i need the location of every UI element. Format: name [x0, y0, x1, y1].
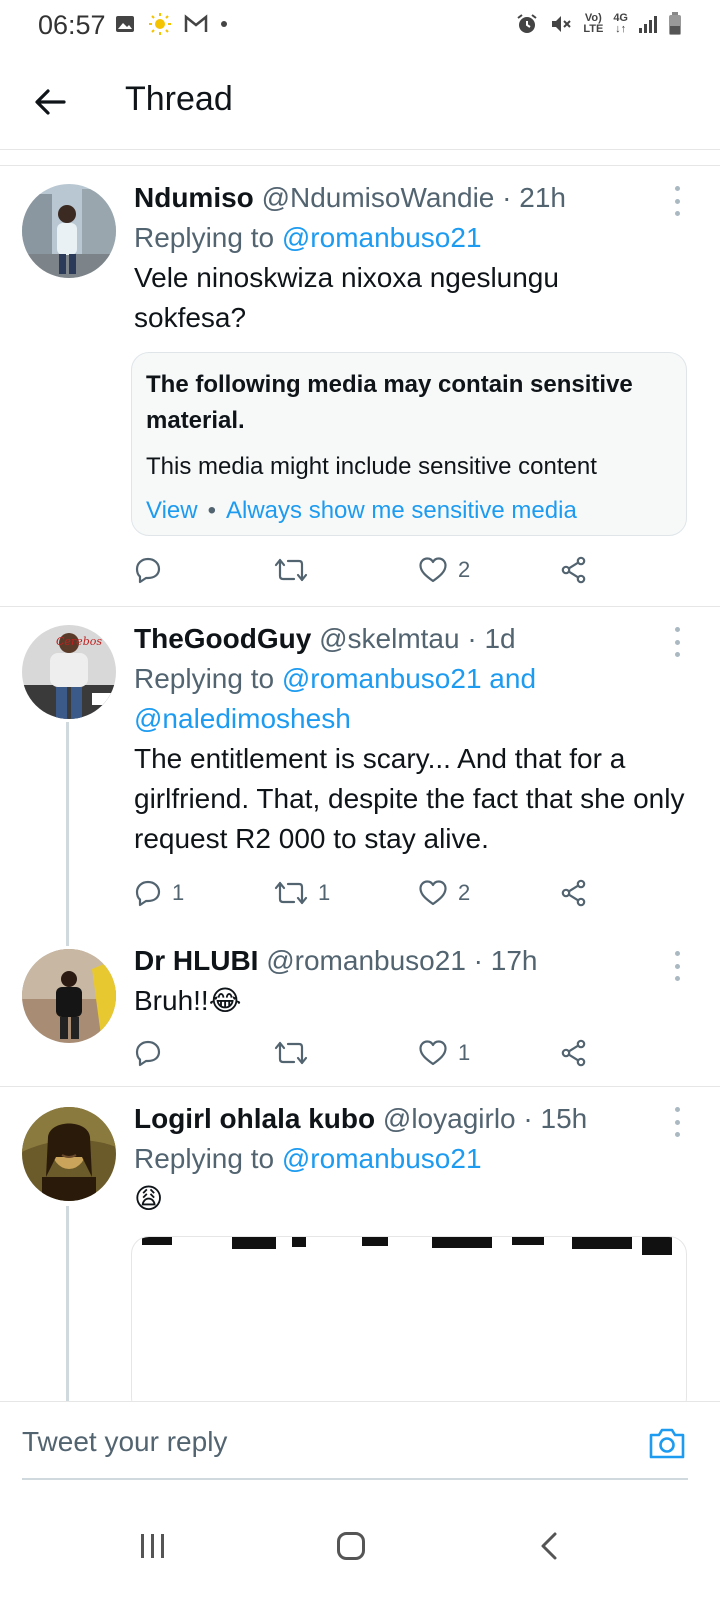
battery-icon [669, 12, 681, 35]
tweet-actions: 1 1 2 [134, 873, 604, 913]
tweet-text: 😩 [134, 1183, 164, 1214]
retweet-button[interactable] [274, 550, 318, 590]
replying-to: Replying to @romanbuso21 and @naledimosh… [134, 663, 537, 734]
tweet-time: · 1d [467, 623, 516, 654]
share-icon [561, 1039, 586, 1067]
sensitive-description: This media might include sensitive conte… [146, 453, 597, 480]
reply-button[interactable] [134, 1033, 172, 1073]
view-media-link[interactable]: View [146, 497, 198, 524]
avatar[interactable]: Cerebos [22, 625, 116, 719]
back-button[interactable] [30, 82, 70, 122]
tweet-media[interactable] [131, 1236, 687, 1416]
display-name[interactable]: Dr HLUBI [134, 945, 258, 976]
user-handle[interactable]: @skelmtau [319, 623, 459, 654]
network-indicator: 4G ↓↑ [613, 12, 628, 35]
display-name[interactable]: TheGoodGuy [134, 623, 311, 654]
reply-underline [22, 1478, 688, 1480]
tweet-actions: 1 [134, 1033, 604, 1073]
retweet-icon [274, 1041, 308, 1065]
like-icon [419, 557, 447, 583]
tweet-thegoodguy[interactable]: Cerebos TheGoodGuy @skelmtau · 1d Replyi… [0, 607, 720, 932]
always-show-sensitive-link[interactable]: Always show me sensitive media [226, 497, 577, 524]
share-button[interactable] [560, 1033, 588, 1073]
reply-icon [135, 880, 161, 907]
tweet-time: · 15h [523, 1103, 588, 1134]
share-icon [561, 556, 586, 584]
recent-apps-button[interactable] [138, 1528, 168, 1564]
tweet-text: Bruh!!😂 [134, 985, 242, 1016]
signal-icon [639, 16, 657, 33]
volte-indicator: Vo) LTE [583, 12, 604, 35]
user-handle[interactable]: @loyagirlo [383, 1103, 516, 1134]
alarm-icon [517, 14, 537, 33]
share-button[interactable] [560, 550, 588, 590]
avatar[interactable] [22, 949, 116, 1043]
tweet-ndumiso[interactable]: Ndumiso @NdumisoWandie · 21h Replying to… [0, 166, 720, 606]
reply-button[interactable] [134, 550, 172, 590]
display-name[interactable]: Ndumiso [134, 182, 254, 213]
like-button[interactable]: 2 [418, 550, 470, 590]
header-divider [0, 150, 720, 166]
tweet-time: · 17h [473, 945, 538, 976]
retweet-icon [274, 881, 308, 905]
sensitive-title: The following media may contain sensitiv… [146, 371, 633, 434]
replying-to: Replying to @romanbuso21 [134, 222, 482, 253]
recent-apps-icon [141, 1534, 164, 1558]
back-arrow-icon [35, 89, 66, 115]
tweet-text: Vele ninoskwiza nixoxa ngeslungu sokfesa… [134, 262, 559, 333]
app-header: Thread [0, 52, 720, 150]
replying-to: Replying to @romanbuso21 [134, 1143, 482, 1174]
mention-link[interactable]: @romanbuso21 [282, 1143, 482, 1174]
status-time: 06:57 [38, 10, 106, 40]
status-bar: 06:57 Vo) LTE 4G ↓↑ [0, 0, 720, 52]
like-icon [419, 1040, 447, 1066]
camera-button[interactable] [648, 1426, 686, 1460]
home-icon [337, 1532, 365, 1560]
share-icon [561, 879, 586, 907]
gallery-icon [116, 16, 134, 32]
back-nav-button[interactable] [536, 1528, 562, 1564]
tweet-dr-hlubi[interactable]: Dr HLUBI @romanbuso21 · 17h Bruh!!😂 1 [0, 937, 720, 1087]
reply-composer: Tweet your reply [0, 1401, 720, 1491]
display-name[interactable]: Logirl ohlala kubo [134, 1103, 375, 1134]
back-nav-icon [541, 1532, 557, 1560]
tweet-text: The entitlement is scary... And that for… [134, 743, 685, 854]
reply-button[interactable]: 1 [134, 873, 184, 913]
sensitive-media-warning: The following media may contain sensitiv… [131, 352, 687, 536]
retweet-icon [274, 558, 308, 582]
reply-icon [135, 1040, 161, 1067]
system-nav-bar [0, 1492, 720, 1600]
reply-icon [135, 557, 161, 584]
like-icon [419, 880, 447, 906]
tweet-time: · 21h [502, 182, 566, 213]
weather-sun-icon [149, 13, 171, 35]
notification-dot-icon [221, 21, 227, 27]
gmail-icon [184, 14, 208, 32]
like-button[interactable]: 1 [418, 1033, 470, 1073]
share-button[interactable] [560, 873, 588, 913]
svg-text:Cerebos: Cerebos [56, 635, 102, 648]
retweet-button[interactable] [274, 1033, 318, 1073]
avatar[interactable] [22, 184, 116, 278]
mention-link[interactable]: @romanbuso21 [282, 222, 482, 253]
user-handle[interactable]: @NdumisoWandie [262, 182, 495, 213]
retweet-button[interactable]: 1 [274, 873, 330, 913]
like-button[interactable]: 2 [418, 873, 470, 913]
home-button[interactable] [334, 1528, 368, 1564]
avatar[interactable] [22, 1107, 116, 1201]
media-image-fragment [142, 1237, 672, 1255]
camera-icon [649, 1428, 685, 1459]
user-handle[interactable]: @romanbuso21 [266, 945, 466, 976]
page-title: Thread [125, 80, 233, 118]
tweet-actions: 2 [134, 550, 604, 590]
mute-icon [552, 16, 572, 32]
tweet-reply-input[interactable]: Tweet your reply [22, 1426, 227, 1458]
